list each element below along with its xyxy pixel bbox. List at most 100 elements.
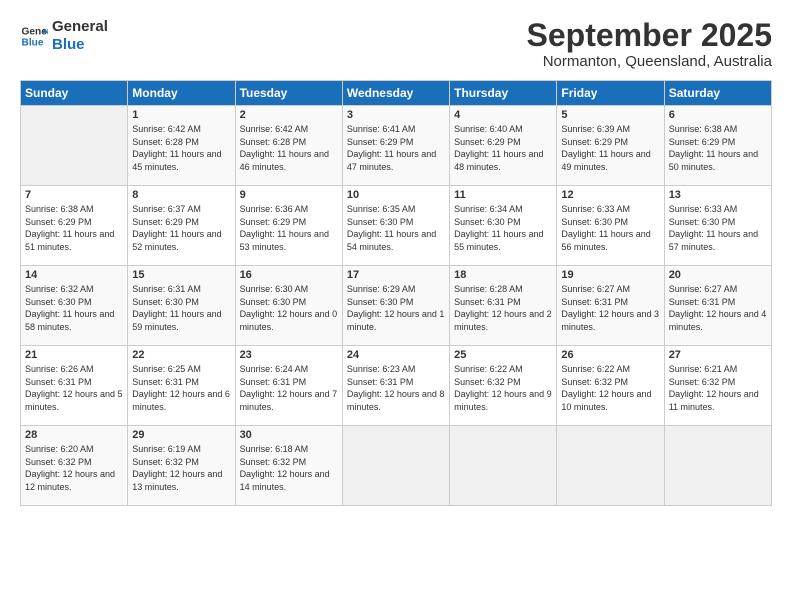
calendar-cell: 7Sunrise: 6:38 AMSunset: 6:29 PMDaylight… xyxy=(21,186,128,266)
sunset: Sunset: 6:30 PM xyxy=(347,216,445,229)
sunset: Sunset: 6:30 PM xyxy=(454,216,552,229)
calendar-cell: 17Sunrise: 6:29 AMSunset: 6:30 PMDayligh… xyxy=(342,266,449,346)
sunrise: Sunrise: 6:32 AM xyxy=(25,283,123,296)
day-number: 16 xyxy=(240,269,338,281)
calendar-cell: 16Sunrise: 6:30 AMSunset: 6:30 PMDayligh… xyxy=(235,266,342,346)
daylight: Daylight: 11 hours and 46 minutes. xyxy=(240,148,338,173)
daylight: Daylight: 11 hours and 51 minutes. xyxy=(25,228,123,253)
sunrise: Sunrise: 6:25 AM xyxy=(132,363,230,376)
header-day: Saturday xyxy=(664,81,771,106)
title-block: September 2025 Normanton, Queensland, Au… xyxy=(527,18,772,70)
day-number: 14 xyxy=(25,269,123,281)
daylight: Daylight: 12 hours and 8 minutes. xyxy=(347,388,445,413)
calendar-cell: 25Sunrise: 6:22 AMSunset: 6:32 PMDayligh… xyxy=(450,346,557,426)
sunrise: Sunrise: 6:20 AM xyxy=(25,443,123,456)
day-info: Sunrise: 6:39 AMSunset: 6:29 PMDaylight:… xyxy=(561,123,659,173)
sunset: Sunset: 6:31 PM xyxy=(669,296,767,309)
day-info: Sunrise: 6:23 AMSunset: 6:31 PMDaylight:… xyxy=(347,363,445,413)
day-number: 3 xyxy=(347,109,445,121)
sunset: Sunset: 6:28 PM xyxy=(240,136,338,149)
sunset: Sunset: 6:32 PM xyxy=(561,376,659,389)
day-number: 29 xyxy=(132,429,230,441)
sunset: Sunset: 6:32 PM xyxy=(454,376,552,389)
sunrise: Sunrise: 6:37 AM xyxy=(132,203,230,216)
day-number: 8 xyxy=(132,189,230,201)
day-info: Sunrise: 6:22 AMSunset: 6:32 PMDaylight:… xyxy=(454,363,552,413)
sunrise: Sunrise: 6:22 AM xyxy=(454,363,552,376)
daylight: Daylight: 12 hours and 7 minutes. xyxy=(240,388,338,413)
day-info: Sunrise: 6:35 AMSunset: 6:30 PMDaylight:… xyxy=(347,203,445,253)
daylight: Daylight: 12 hours and 12 minutes. xyxy=(25,468,123,493)
day-number: 12 xyxy=(561,189,659,201)
day-info: Sunrise: 6:19 AMSunset: 6:32 PMDaylight:… xyxy=(132,443,230,493)
calendar-cell: 28 Sunrise: 6:20 AMSunset: 6:32 PMDayligh… xyxy=(21,426,128,506)
sunset: Sunset: 6:29 PM xyxy=(454,136,552,149)
sunset: Sunset: 6:29 PM xyxy=(561,136,659,149)
sunset: Sunset: 6:30 PM xyxy=(669,216,767,229)
day-number: 2 xyxy=(240,109,338,121)
calendar-cell: 6Sunrise: 6:38 AMSunset: 6:29 PMDaylight… xyxy=(664,106,771,186)
day-info: Sunrise: 6:28 AMSunset: 6:31 PMDaylight:… xyxy=(454,283,552,333)
calendar-cell xyxy=(664,426,771,506)
sunrise: Sunrise: 6:23 AM xyxy=(347,363,445,376)
sunrise: Sunrise: 6:26 AM xyxy=(25,363,123,376)
sunrise: Sunrise: 6:34 AM xyxy=(454,203,552,216)
header-day: Sunday xyxy=(21,81,128,106)
calendar-cell: 10Sunrise: 6:35 AMSunset: 6:30 PMDayligh… xyxy=(342,186,449,266)
calendar-cell: 11Sunrise: 6:34 AMSunset: 6:30 PMDayligh… xyxy=(450,186,557,266)
daylight: Daylight: 11 hours and 52 minutes. xyxy=(132,228,230,253)
day-info: Sunrise: 6:20 AMSunset: 6:32 PMDaylight:… xyxy=(25,443,123,493)
sunset: Sunset: 6:29 PM xyxy=(240,216,338,229)
header-row: SundayMondayTuesdayWednesdayThursdayFrid… xyxy=(21,81,772,106)
day-info: Sunrise: 6:31 AMSunset: 6:30 PMDaylight:… xyxy=(132,283,230,333)
sunset: Sunset: 6:29 PM xyxy=(132,216,230,229)
day-number: 1 xyxy=(132,109,230,121)
calendar-cell: 27Sunrise: 6:21 AMSunset: 6:32 PMDayligh… xyxy=(664,346,771,426)
sunset: Sunset: 6:31 PM xyxy=(561,296,659,309)
day-info: Sunrise: 6:33 AMSunset: 6:30 PMDaylight:… xyxy=(669,203,767,253)
day-number: 21 xyxy=(25,349,123,361)
daylight: Daylight: 12 hours and 4 minutes. xyxy=(669,308,767,333)
sunrise: Sunrise: 6:35 AM xyxy=(347,203,445,216)
daylight: Daylight: 11 hours and 45 minutes. xyxy=(132,148,230,173)
sunset: Sunset: 6:28 PM xyxy=(132,136,230,149)
day-number: 27 xyxy=(669,349,767,361)
day-number: 5 xyxy=(561,109,659,121)
calendar-cell: 22Sunrise: 6:25 AMSunset: 6:31 PMDayligh… xyxy=(128,346,235,426)
sunset: Sunset: 6:31 PM xyxy=(347,376,445,389)
sunrise: Sunrise: 6:22 AM xyxy=(561,363,659,376)
daylight: Daylight: 12 hours and 11 minutes. xyxy=(669,388,767,413)
calendar-cell: 8 Sunrise: 6:37 AMSunset: 6:29 PMDaylight… xyxy=(128,186,235,266)
day-info: Sunrise: 6:32 AMSunset: 6:30 PMDaylight:… xyxy=(25,283,123,333)
day-info: Sunrise: 6:24 AMSunset: 6:31 PMDaylight:… xyxy=(240,363,338,413)
header-day: Friday xyxy=(557,81,664,106)
calendar-week: 1 Sunrise: 6:42 AMSunset: 6:28 PMDaylight… xyxy=(21,106,772,186)
day-info: Sunrise: 6:41 AMSunset: 6:29 PMDaylight:… xyxy=(347,123,445,173)
day-number: 17 xyxy=(347,269,445,281)
sunrise: Sunrise: 6:27 AM xyxy=(561,283,659,296)
sunrise: Sunrise: 6:36 AM xyxy=(240,203,338,216)
daylight: Daylight: 11 hours and 54 minutes. xyxy=(347,228,445,253)
calendar-cell: 21Sunrise: 6:26 AMSunset: 6:31 PMDayligh… xyxy=(21,346,128,426)
calendar-cell xyxy=(342,426,449,506)
calendar-cell: 13Sunrise: 6:33 AMSunset: 6:30 PMDayligh… xyxy=(664,186,771,266)
day-number: 9 xyxy=(240,189,338,201)
sunrise: Sunrise: 6:33 AM xyxy=(669,203,767,216)
day-info: Sunrise: 6:33 AMSunset: 6:30 PMDaylight:… xyxy=(561,203,659,253)
sunrise: Sunrise: 6:41 AM xyxy=(347,123,445,136)
sunset: Sunset: 6:32 PM xyxy=(240,456,338,469)
daylight: Daylight: 11 hours and 49 minutes. xyxy=(561,148,659,173)
daylight: Daylight: 12 hours and 6 minutes. xyxy=(132,388,230,413)
sunset: Sunset: 6:32 PM xyxy=(25,456,123,469)
day-number: 20 xyxy=(669,269,767,281)
day-number: 28 xyxy=(25,429,123,441)
day-info: Sunrise: 6:42 AMSunset: 6:28 PMDaylight:… xyxy=(240,123,338,173)
calendar-cell: 12 Sunrise: 6:33 AMSunset: 6:30 PMDayligh… xyxy=(557,186,664,266)
sunrise: Sunrise: 6:21 AM xyxy=(669,363,767,376)
day-number: 19 xyxy=(561,269,659,281)
day-number: 7 xyxy=(25,189,123,201)
page: General Blue General Blue September 2025… xyxy=(0,0,792,612)
daylight: Daylight: 11 hours and 50 minutes. xyxy=(669,148,767,173)
daylight: Daylight: 11 hours and 58 minutes. xyxy=(25,308,123,333)
calendar-cell: 5 Sunrise: 6:39 AMSunset: 6:29 PMDaylight… xyxy=(557,106,664,186)
